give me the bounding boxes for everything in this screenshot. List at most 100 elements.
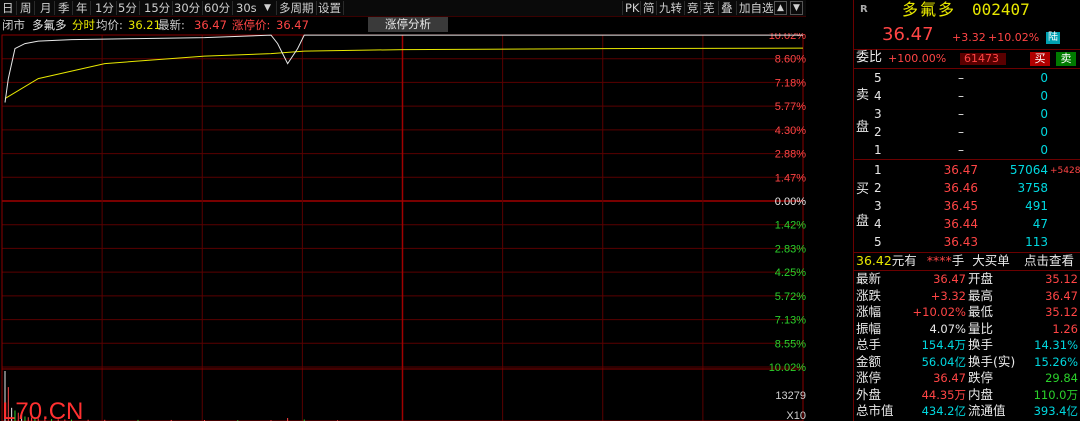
bid-price: 36.43 <box>943 235 978 249</box>
sell-button[interactable]: 卖 <box>1056 52 1076 66</box>
stat-label: 涨停 <box>856 370 882 385</box>
ask-price: – <box>958 125 964 139</box>
watermark-text: L70.CN <box>2 398 83 421</box>
pk-button[interactable]: PK <box>622 1 641 15</box>
ask-price: – <box>958 107 964 121</box>
period-year[interactable]: 年 <box>74 1 91 15</box>
period-month[interactable]: 月 <box>38 1 55 15</box>
ask-price: – <box>958 71 964 85</box>
period-week[interactable]: 周 <box>18 1 35 15</box>
overlay-button[interactable]: 叠 <box>718 1 735 15</box>
scroll-up-icon[interactable]: ▲ <box>774 1 787 15</box>
bid-volume: 491 <box>1025 199 1048 213</box>
bid-volume: 47 <box>1032 217 1048 231</box>
big-order-row: 36.42元有 ****手 大买单 <box>856 253 1010 269</box>
price-line <box>4 34 803 103</box>
stock-code: 002407 <box>972 0 1030 19</box>
stat-value: 29.84 <box>1045 371 1078 385</box>
sell-side-label-1: 卖 <box>856 88 870 103</box>
avg-price-label: 均价: <box>96 18 123 32</box>
stat-value: 434.2亿 <box>921 404 966 418</box>
period-15min[interactable]: 15分 <box>142 1 174 15</box>
stat-value: 110.0万 <box>1033 387 1078 402</box>
simple-button[interactable]: 简 <box>640 1 657 15</box>
avg-price-line <box>4 47 804 100</box>
avg-price-value: 36.21 <box>128 18 161 32</box>
buy-button[interactable]: 买 <box>1030 52 1050 66</box>
price-axis-tick: 5.77% <box>775 101 806 113</box>
stock-name-label: 多氟多 <box>32 18 67 32</box>
period-day[interactable]: 日 <box>0 1 17 15</box>
stat-label: 量比 <box>968 320 994 336</box>
stat-label: 开盘 <box>968 271 994 286</box>
price-axis-tick: 7.18% <box>775 77 806 89</box>
ask-volume: 0 <box>1040 143 1048 157</box>
price-axis-tick: 8.60% <box>775 54 806 66</box>
stat-label: 总市值 <box>856 403 894 418</box>
bid-level: 3 <box>874 199 882 213</box>
big-order-unit2: 手 <box>951 253 965 268</box>
stat-value: 15.26% <box>1034 354 1078 369</box>
bid-price: 36.45 <box>943 199 978 213</box>
market-state: 闭市 <box>2 18 25 32</box>
stat-value: 35.12 <box>1045 272 1078 286</box>
ask-level: 5 <box>874 71 882 85</box>
volume-axis: 13279 X10 <box>775 390 806 421</box>
stat-value: 393.4亿 <box>1033 404 1078 418</box>
weibi-pct: +100.00% <box>888 52 947 65</box>
period-quarter[interactable]: 季 <box>56 1 73 15</box>
multi-period-button[interactable]: 多周期 <box>276 1 317 15</box>
nine-turn-button[interactable]: 九转 <box>656 1 684 15</box>
stat-label: 最低 <box>968 304 994 319</box>
tab-limit-up-analysis[interactable]: 涨停分析 <box>368 17 448 32</box>
price-axis-tick: 8.55% <box>775 338 806 350</box>
period-toolbar: 日 周 月 季 年 1分 5分 15分 30分 60分 30s ▼ 多周期 设置… <box>0 0 806 17</box>
stat-label: 换手 <box>968 337 994 352</box>
limit-up-label: 涨停价: <box>232 18 271 32</box>
app-logo: R <box>860 4 868 15</box>
add-watchlist-button[interactable]: 加自选 <box>736 1 776 15</box>
buy-side-label-1: 买 <box>856 182 870 197</box>
price-axis-tick: 10.02% <box>769 362 806 374</box>
scroll-down-icon[interactable]: ▼ <box>790 1 803 15</box>
price-change-pct: +10.02% <box>988 31 1040 44</box>
ask-level: 2 <box>874 125 882 139</box>
period-1min[interactable]: 1分 <box>93 1 117 15</box>
period-5min[interactable]: 5分 <box>116 1 140 15</box>
stat-value: 36.47 <box>933 272 966 286</box>
caret-down-icon[interactable]: ▼ <box>262 1 273 15</box>
ask-level: 1 <box>874 143 882 157</box>
big-order-price: 36.42 <box>856 253 892 268</box>
last-price-value: 36.47 <box>194 18 227 32</box>
bid-level: 1 <box>874 163 882 177</box>
quote-panel: R 多氟多 002407 36.47 +3.32 +10.02% 陆 委比 +1… <box>853 0 1080 421</box>
stat-value: +3.32 <box>930 288 966 303</box>
stat-label: 总手 <box>856 337 882 352</box>
bid-level: 2 <box>874 181 882 195</box>
bid-change: +54280 <box>1050 166 1080 176</box>
period-30s[interactable]: 30s <box>234 1 259 15</box>
price-change: +3.32 <box>952 31 986 44</box>
wu-button[interactable]: 芜 <box>700 1 717 15</box>
stat-value: 1.26 <box>1052 321 1078 336</box>
stat-value: 4.07% <box>929 321 966 336</box>
stat-label: 最高 <box>968 287 994 303</box>
stat-value: +10.02% <box>912 305 967 319</box>
price-axis-tick: 7.13% <box>775 315 806 327</box>
ask-level: 3 <box>874 107 882 121</box>
ask-volume: 0 <box>1040 71 1048 85</box>
period-30min[interactable]: 30分 <box>172 1 204 15</box>
view-details-link[interactable]: 点击查看 <box>1024 253 1074 269</box>
stat-label: 振幅 <box>856 320 882 336</box>
stat-label: 换手(实) <box>968 353 1016 369</box>
price-axis-tick: 4.25% <box>775 267 806 279</box>
trading-window: 日 周 月 季 年 1分 5分 15分 30分 60分 30s ▼ 多周期 设置… <box>0 0 1080 421</box>
settings-button[interactable]: 设置 <box>316 1 344 15</box>
stat-value: 35.12 <box>1045 305 1078 319</box>
auction-button[interactable]: 竞 <box>684 1 701 15</box>
bid-volume: 3758 <box>1017 181 1048 195</box>
bid-volume: 57064 <box>1009 163 1048 177</box>
period-60min[interactable]: 60分 <box>202 1 234 15</box>
volume-axis-tick: X10 <box>786 410 806 421</box>
big-order-qty: **** <box>926 253 952 268</box>
